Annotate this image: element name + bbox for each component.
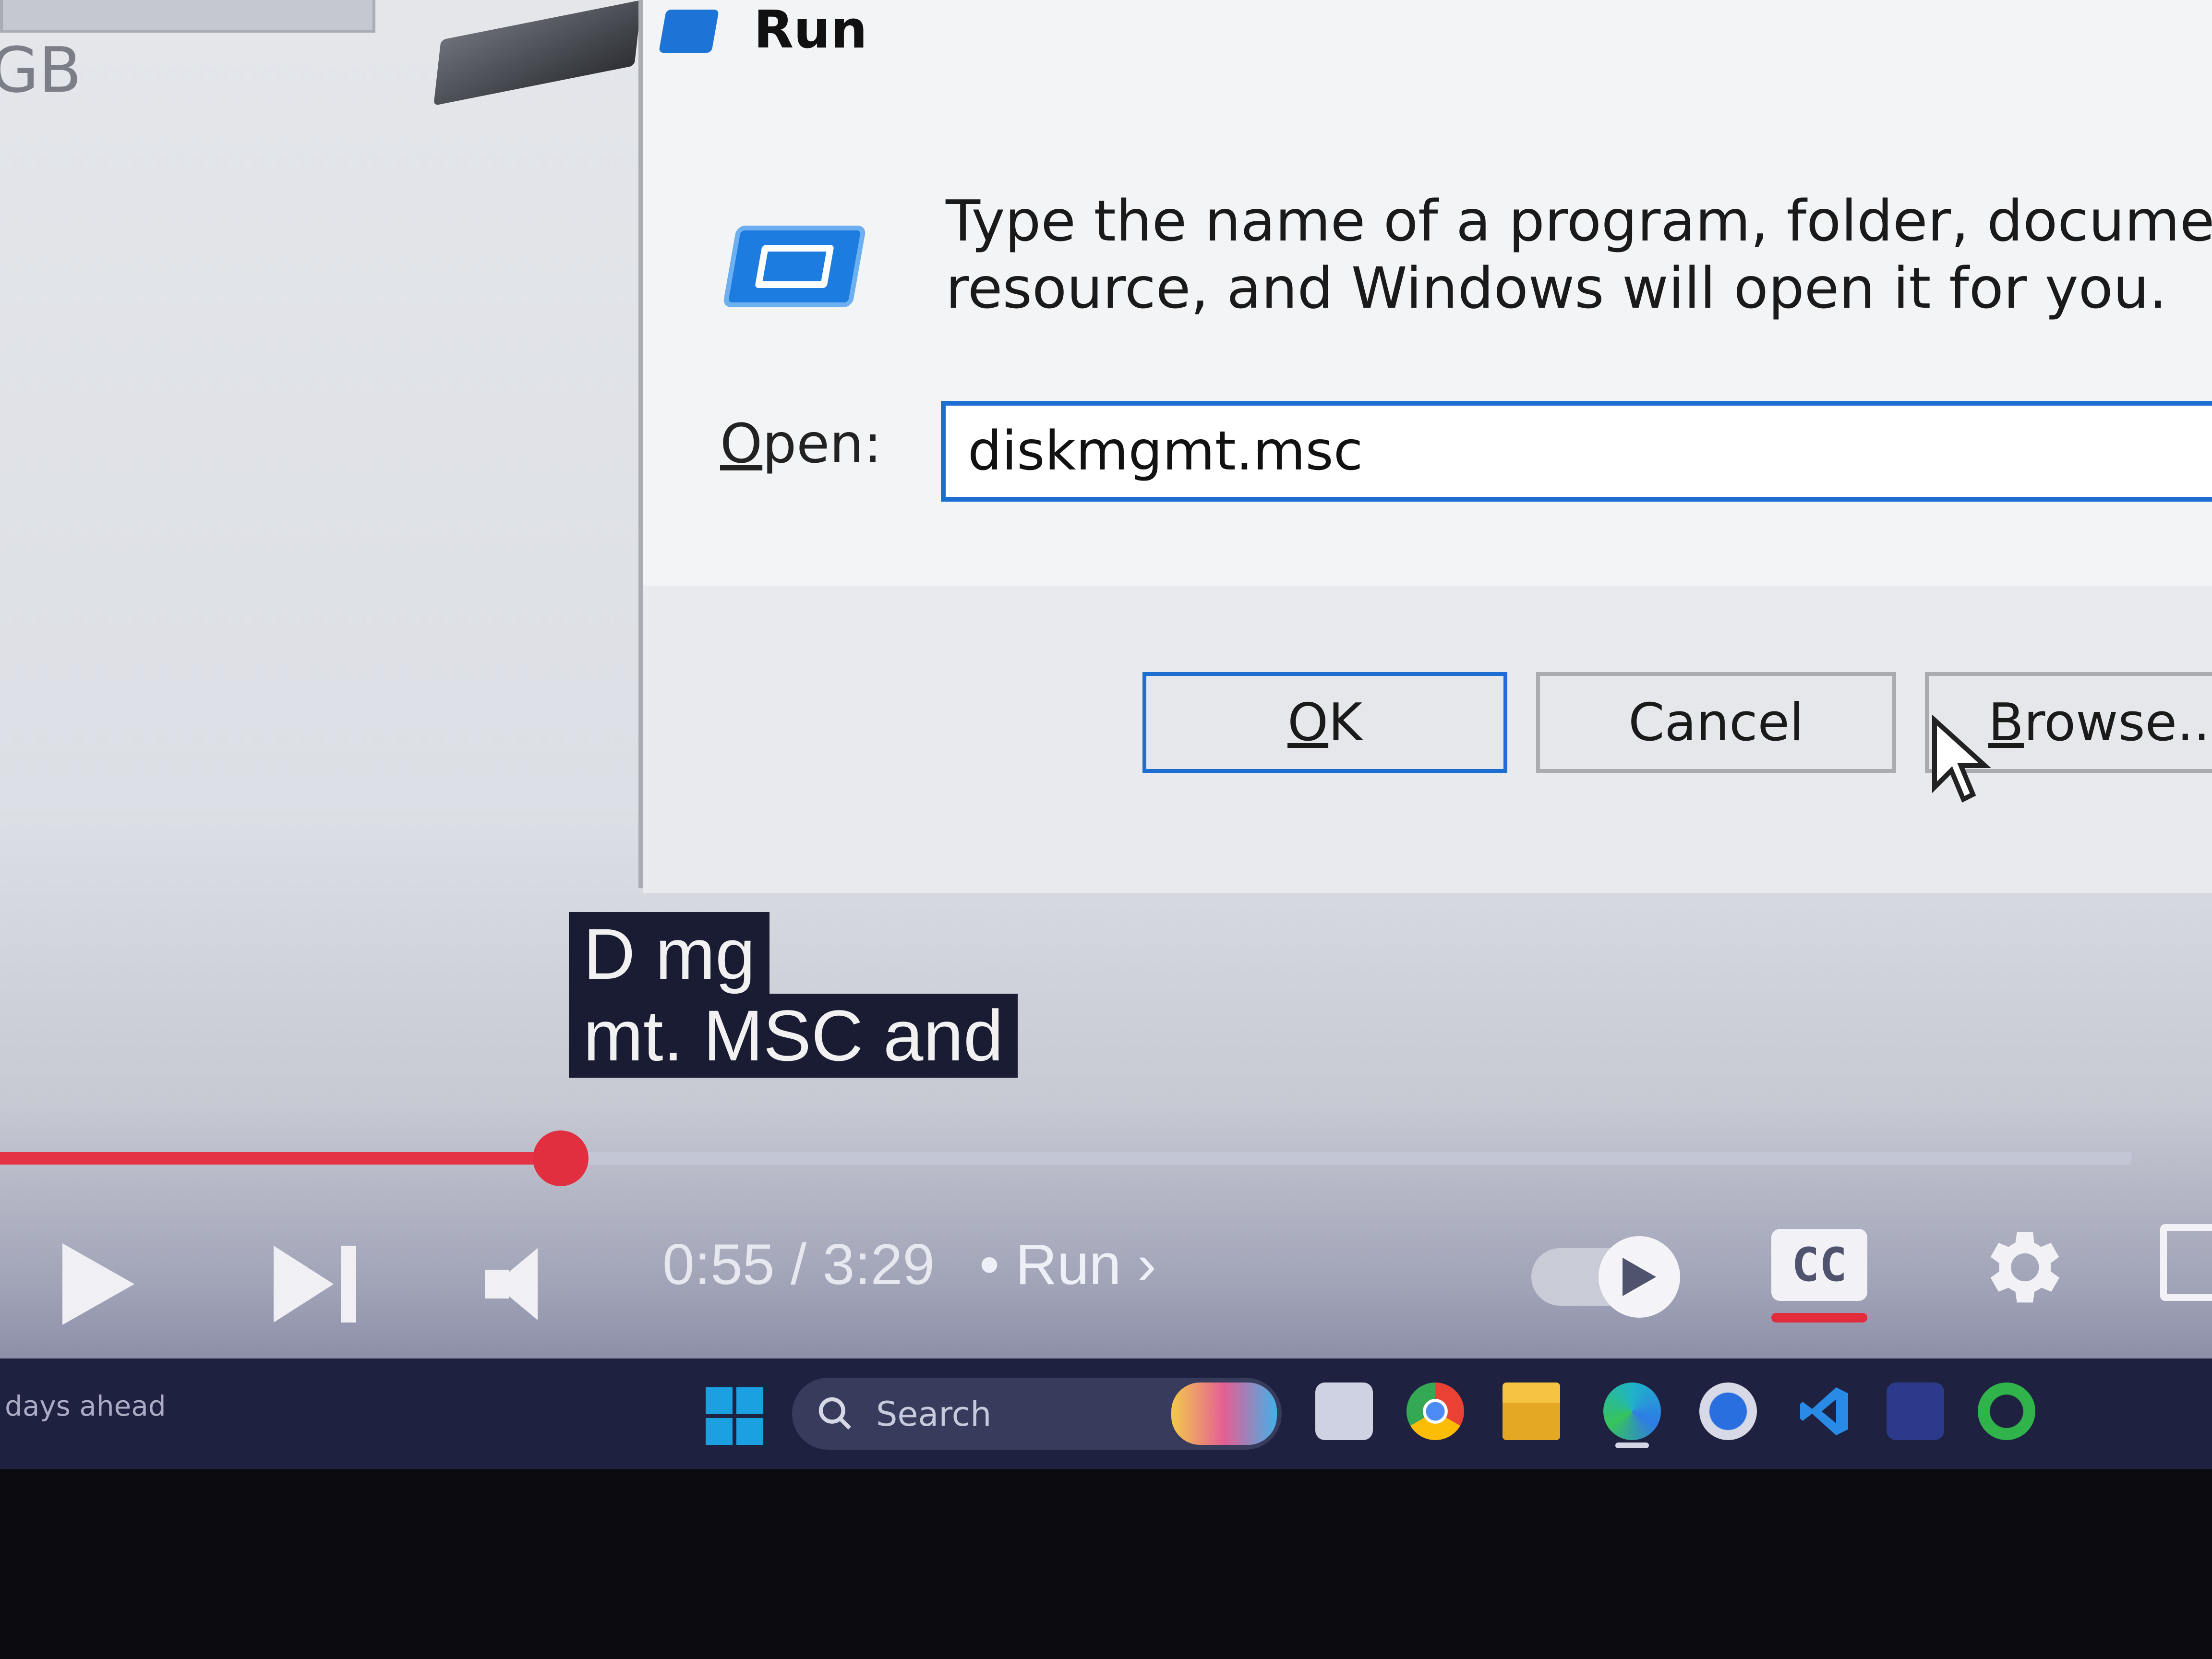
taskbar-search-placeholder: Search — [876, 1395, 992, 1434]
chapter-link[interactable]: • Run › — [979, 1231, 1156, 1298]
run-app-icon — [659, 10, 719, 53]
usb-drive-icon — [433, 0, 642, 106]
next-icon[interactable] — [274, 1246, 360, 1322]
progress-played — [0, 1152, 561, 1165]
play-icon[interactable] — [62, 1243, 134, 1325]
run-description-line1: Type the name of a program, folder, docu… — [946, 188, 2212, 254]
vscode-icon[interactable] — [1795, 1382, 1853, 1440]
app-icon[interactable] — [1887, 1382, 1944, 1440]
windows-start-icon[interactable] — [706, 1387, 763, 1445]
file-explorer-icon[interactable] — [1503, 1382, 1560, 1440]
run-title: Run — [754, 0, 867, 60]
laptop-screen: GB Run Type the name of a program, folde… — [0, 0, 2212, 1469]
laptop-bezel — [0, 1469, 2212, 1659]
chrome-icon[interactable] — [1407, 1382, 1464, 1440]
time-display: 0:55 / 3:29 — [662, 1232, 935, 1297]
store-icon[interactable] — [1699, 1382, 1757, 1440]
run-description: Type the name of a program, folder, docu… — [946, 187, 2212, 322]
caption-line-1: D mg — [569, 912, 770, 996]
run-program-icon — [722, 226, 866, 307]
open-input[interactable] — [941, 401, 2212, 502]
video-frame[interactable]: GB Run Type the name of a program, folde… — [0, 0, 2212, 1358]
open-label: Open: — [720, 413, 882, 475]
captions-active-indicator — [1771, 1313, 1867, 1322]
run-dialog: Run Type the name of a program, folder, … — [638, 0, 2212, 893]
chevron-right-icon: › — [1137, 1232, 1156, 1297]
task-view-icon[interactable] — [1315, 1382, 1373, 1440]
mouse-pointer-icon — [1932, 715, 1991, 803]
search-highlight-icon — [1171, 1382, 1277, 1445]
miniplayer-icon[interactable] — [2160, 1224, 2212, 1301]
autoplay-play-icon[interactable] — [1599, 1236, 1680, 1318]
chapter-title: Run — [1015, 1232, 1121, 1297]
edge-active-indicator — [1615, 1443, 1649, 1448]
drive-size-label: GB — [0, 34, 82, 107]
settings-gear-icon[interactable] — [1973, 1219, 2069, 1315]
run-description-line2: resource, and Windows will open it for y… — [946, 255, 2167, 321]
drive-usage-bar — [0, 0, 375, 33]
weather-widget-text[interactable]: days ahead — [5, 1390, 166, 1422]
whatsapp-icon[interactable] — [1978, 1382, 2035, 1440]
captions-button[interactable]: CC — [1771, 1229, 1867, 1301]
cancel-button[interactable]: Cancel — [1536, 672, 1896, 773]
run-titlebar[interactable]: Run — [643, 0, 2212, 82]
ok-button[interactable]: OK — [1142, 672, 1507, 773]
progress-scrubber[interactable] — [533, 1130, 589, 1186]
volume-icon[interactable] — [485, 1248, 562, 1320]
caption-line-2: mt. MSC and — [569, 994, 1018, 1078]
search-icon — [818, 1397, 851, 1430]
edge-icon[interactable] — [1603, 1382, 1661, 1440]
chapter-separator: • — [979, 1232, 1000, 1297]
